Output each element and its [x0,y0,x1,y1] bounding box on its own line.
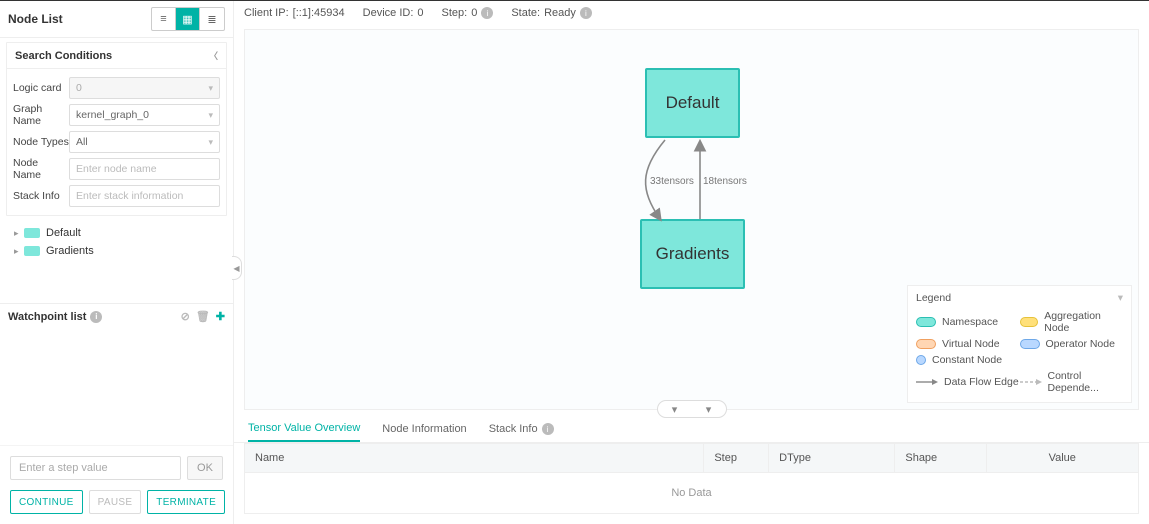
status-device-id: Device ID:0 [363,7,424,19]
tree-item-gradients[interactable]: ▸ Gradients [10,242,223,260]
th-name[interactable]: Name [245,444,704,472]
status-client-ip: Client IP:[::1]:45934 [244,7,345,19]
ok-button[interactable]: OK [187,456,223,480]
chevron-up-icon: 〈 [209,49,218,62]
edge-down-label: 33tensors [650,176,694,187]
prev-icon[interactable]: ▾ [672,403,678,416]
node-list-title: Node List [8,12,63,26]
tensor-table: Name Step DType Shape Value No Data [244,443,1139,514]
info-icon[interactable]: i [481,7,493,19]
namespace-icon [24,228,40,238]
info-icon[interactable]: i [90,311,102,323]
view-list-button[interactable]: ≡ [152,8,176,30]
terminate-button[interactable]: TERMINATE [147,490,225,514]
node-name-label: Node Name [13,157,69,181]
search-conditions-header[interactable]: Search Conditions 〈 [7,43,226,69]
logic-card-select[interactable]: 0 ▾ [69,77,220,99]
node-name-input[interactable]: Enter node name [69,158,220,180]
stack-info-label: Stack Info [13,190,69,202]
view-mode-toggle: ≡ ▦ ≣ [151,7,225,31]
th-step[interactable]: Step [704,444,769,472]
graph-name-select[interactable]: kernel_graph_0 ▾ [69,104,220,126]
collapse-sidebar-button[interactable]: ◀ [232,256,242,280]
th-value[interactable]: Value [987,444,1139,472]
info-icon[interactable]: i [542,423,554,435]
info-icon[interactable]: i [580,7,592,19]
chevron-down-icon: ▾ [208,137,213,148]
watchpoint-body [0,329,233,445]
table-nodata: No Data [244,473,1139,514]
th-shape[interactable]: Shape [895,444,986,472]
legend-panel: Legend ▾ Namespace Aggregation Node Virt… [907,285,1132,403]
disable-watchpoint-icon[interactable]: ⊘ [181,310,190,323]
legend-title: Legend [916,292,951,304]
edge-up-label: 18tensors [703,176,747,187]
node-types-select[interactable]: All ▾ [69,131,220,153]
status-state: State:Ready i [511,7,592,19]
tab-stack-info[interactable]: Stack Info i [489,416,554,442]
stack-info-input[interactable]: Enter stack information [69,185,220,207]
next-icon[interactable]: ▾ [706,403,712,416]
view-grid-button[interactable]: ▦ [176,8,200,30]
node-types-label: Node Types [13,136,69,148]
continue-button[interactable]: CONTINUE [10,490,83,514]
add-watchpoint-icon[interactable]: ✚ [216,310,225,323]
step-input[interactable]: Enter a step value [10,456,181,480]
tree-item-default[interactable]: ▸ Default [10,224,223,242]
search-conditions-label: Search Conditions [15,50,112,62]
view-detail-button[interactable]: ≣ [200,8,224,30]
chevron-right-icon: ▸ [14,246,24,257]
graph-name-label: Graph Name [13,103,69,127]
graph-canvas[interactable]: Default Gradients 33tensors 18tensors Le… [244,29,1139,410]
tab-node-info[interactable]: Node Information [382,416,466,442]
th-dtype[interactable]: DType [769,444,895,472]
canvas-nav-pill[interactable]: ▾ ▾ [657,400,727,418]
chevron-down-icon: ▾ [208,83,213,94]
delete-watchpoint-icon[interactable]: 🗑 [196,310,210,323]
pause-button: PAUSE [89,490,142,514]
chevron-right-icon: ▸ [14,228,24,239]
status-step: Step:0 i [442,7,494,19]
watchpoint-title: Watchpoint list [8,311,86,323]
logic-card-label: Logic card [13,82,69,94]
tab-tensor-overview[interactable]: Tensor Value Overview [248,416,360,442]
chevron-down-icon[interactable]: ▾ [1118,292,1123,304]
namespace-icon [24,246,40,256]
chevron-down-icon: ▾ [208,110,213,121]
